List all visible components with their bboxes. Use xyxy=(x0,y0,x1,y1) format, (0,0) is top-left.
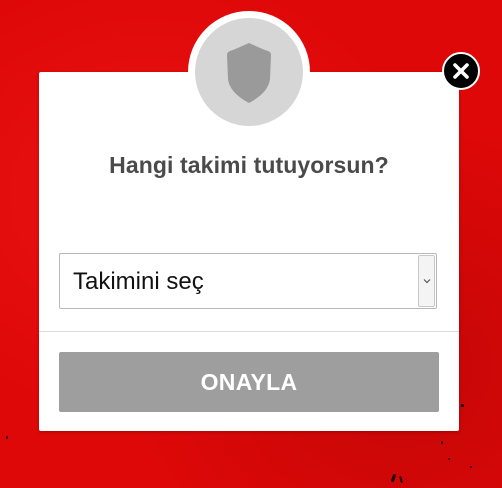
background-speck xyxy=(390,473,397,483)
shield-icon xyxy=(227,43,271,103)
background-speck xyxy=(399,475,403,484)
background-speck xyxy=(6,436,8,439)
close-icon xyxy=(453,63,469,79)
background-speck xyxy=(470,466,472,468)
team-badge xyxy=(195,18,303,126)
modal-question: Hangi takimi tutuyorsun? xyxy=(109,152,389,178)
background-speck xyxy=(441,441,443,444)
close-button[interactable] xyxy=(442,52,480,90)
chevron-down-icon xyxy=(423,279,431,284)
team-select-arrow[interactable] xyxy=(418,255,435,307)
team-select-dropdown[interactable]: Takimini seç xyxy=(59,253,437,309)
modal-divider xyxy=(39,331,459,332)
background-speck xyxy=(461,404,464,407)
team-select-value: Takimini seç xyxy=(73,268,204,295)
background-speck xyxy=(448,458,450,460)
confirm-button[interactable]: ONAYLA xyxy=(59,352,439,412)
